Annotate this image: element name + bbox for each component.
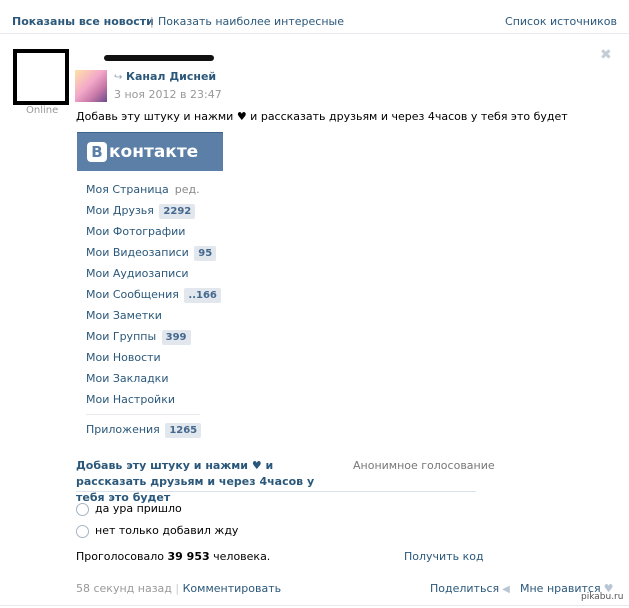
- image-menu-item: Мои Группы 399: [86, 328, 216, 349]
- poll-divider: [76, 491, 476, 492]
- post-text: Добавь эту штуку и нажми ♥ и рассказать …: [76, 110, 568, 123]
- image-menu-divider: [86, 414, 200, 415]
- vk-logo: Вконтакте: [87, 142, 198, 162]
- post-date[interactable]: 3 ноя 2012 в 23:47: [114, 88, 222, 101]
- close-icon[interactable]: ✖: [600, 47, 612, 63]
- image-menu-item: Мои Аудиозаписи: [86, 267, 189, 280]
- image-menu-item: Мои Друзья 2292: [86, 202, 216, 223]
- image-menu-item: Мои Сообщения ..166: [86, 286, 221, 307]
- sources-list-link[interactable]: Список источников: [505, 15, 617, 28]
- poll-votes: Проголосовало 39 953 человека.: [76, 550, 271, 563]
- radio-button[interactable]: [76, 502, 89, 516]
- filter-separator: |: [150, 15, 154, 28]
- share-button[interactable]: Поделиться ◀: [430, 582, 510, 595]
- poll-question: Добавь эту штуку и нажми ♥ и рассказать …: [76, 459, 315, 504]
- poll-option[interactable]: да ура пришло: [76, 502, 182, 516]
- image-menu-item: Мои Заметки: [86, 309, 162, 322]
- image-menu: Моя Страница ред. Мои Друзья 2292 Мои Фот…: [86, 181, 221, 442]
- interesting-news-link[interactable]: Показать наиболее интересные: [158, 15, 344, 28]
- image-menu-item: Мои Фотографии: [86, 225, 186, 238]
- radio-button[interactable]: [76, 524, 89, 538]
- online-status: Online: [26, 105, 59, 116]
- get-code-link[interactable]: Получить код: [404, 550, 484, 563]
- news-filter-bar: Показаны все новости | Показать наиболее…: [0, 0, 629, 34]
- image-menu-item: Мои Закладки: [86, 372, 169, 385]
- poll-option[interactable]: нет только добавил жду: [76, 524, 238, 538]
- post-footer-left: 58 секунд назад | Комментировать: [76, 582, 282, 595]
- avatar[interactable]: [13, 49, 69, 105]
- image-menu-item: Мои Настройки: [86, 393, 175, 406]
- image-menu-item: Мои Новости: [86, 351, 161, 364]
- channel-thumbnail[interactable]: [75, 70, 107, 102]
- news-post: Online ✖ ↪ Канал Дисней 3 ноя 2012 в 23:…: [0, 35, 629, 608]
- channel-name-link[interactable]: Канал Дисней: [126, 70, 216, 83]
- post-image[interactable]: Вконтакте Моя Страница ред. Мои Друзья 22…: [77, 132, 223, 475]
- image-menu-item-apps: Приложения 1265: [86, 421, 216, 442]
- time-ago[interactable]: 58 секунд назад: [76, 582, 172, 595]
- redacted-author-name: [104, 55, 214, 61]
- comment-link[interactable]: Комментировать: [183, 582, 281, 595]
- image-menu-item: Моя Страница ред.: [86, 183, 200, 196]
- poll-type: Анонимное голосование: [353, 459, 495, 472]
- megaphone-icon: ◀: [502, 584, 510, 595]
- watermark: pikabu.ru: [581, 592, 624, 602]
- post-bottom-divider: [0, 605, 629, 606]
- image-menu-item: Мои Видеозаписи 95: [86, 244, 217, 265]
- all-news-tab[interactable]: Показаны все новости: [12, 15, 154, 28]
- repost-arrow-icon: ↪: [114, 72, 123, 83]
- vk-logo-header: Вконтакте: [77, 132, 223, 171]
